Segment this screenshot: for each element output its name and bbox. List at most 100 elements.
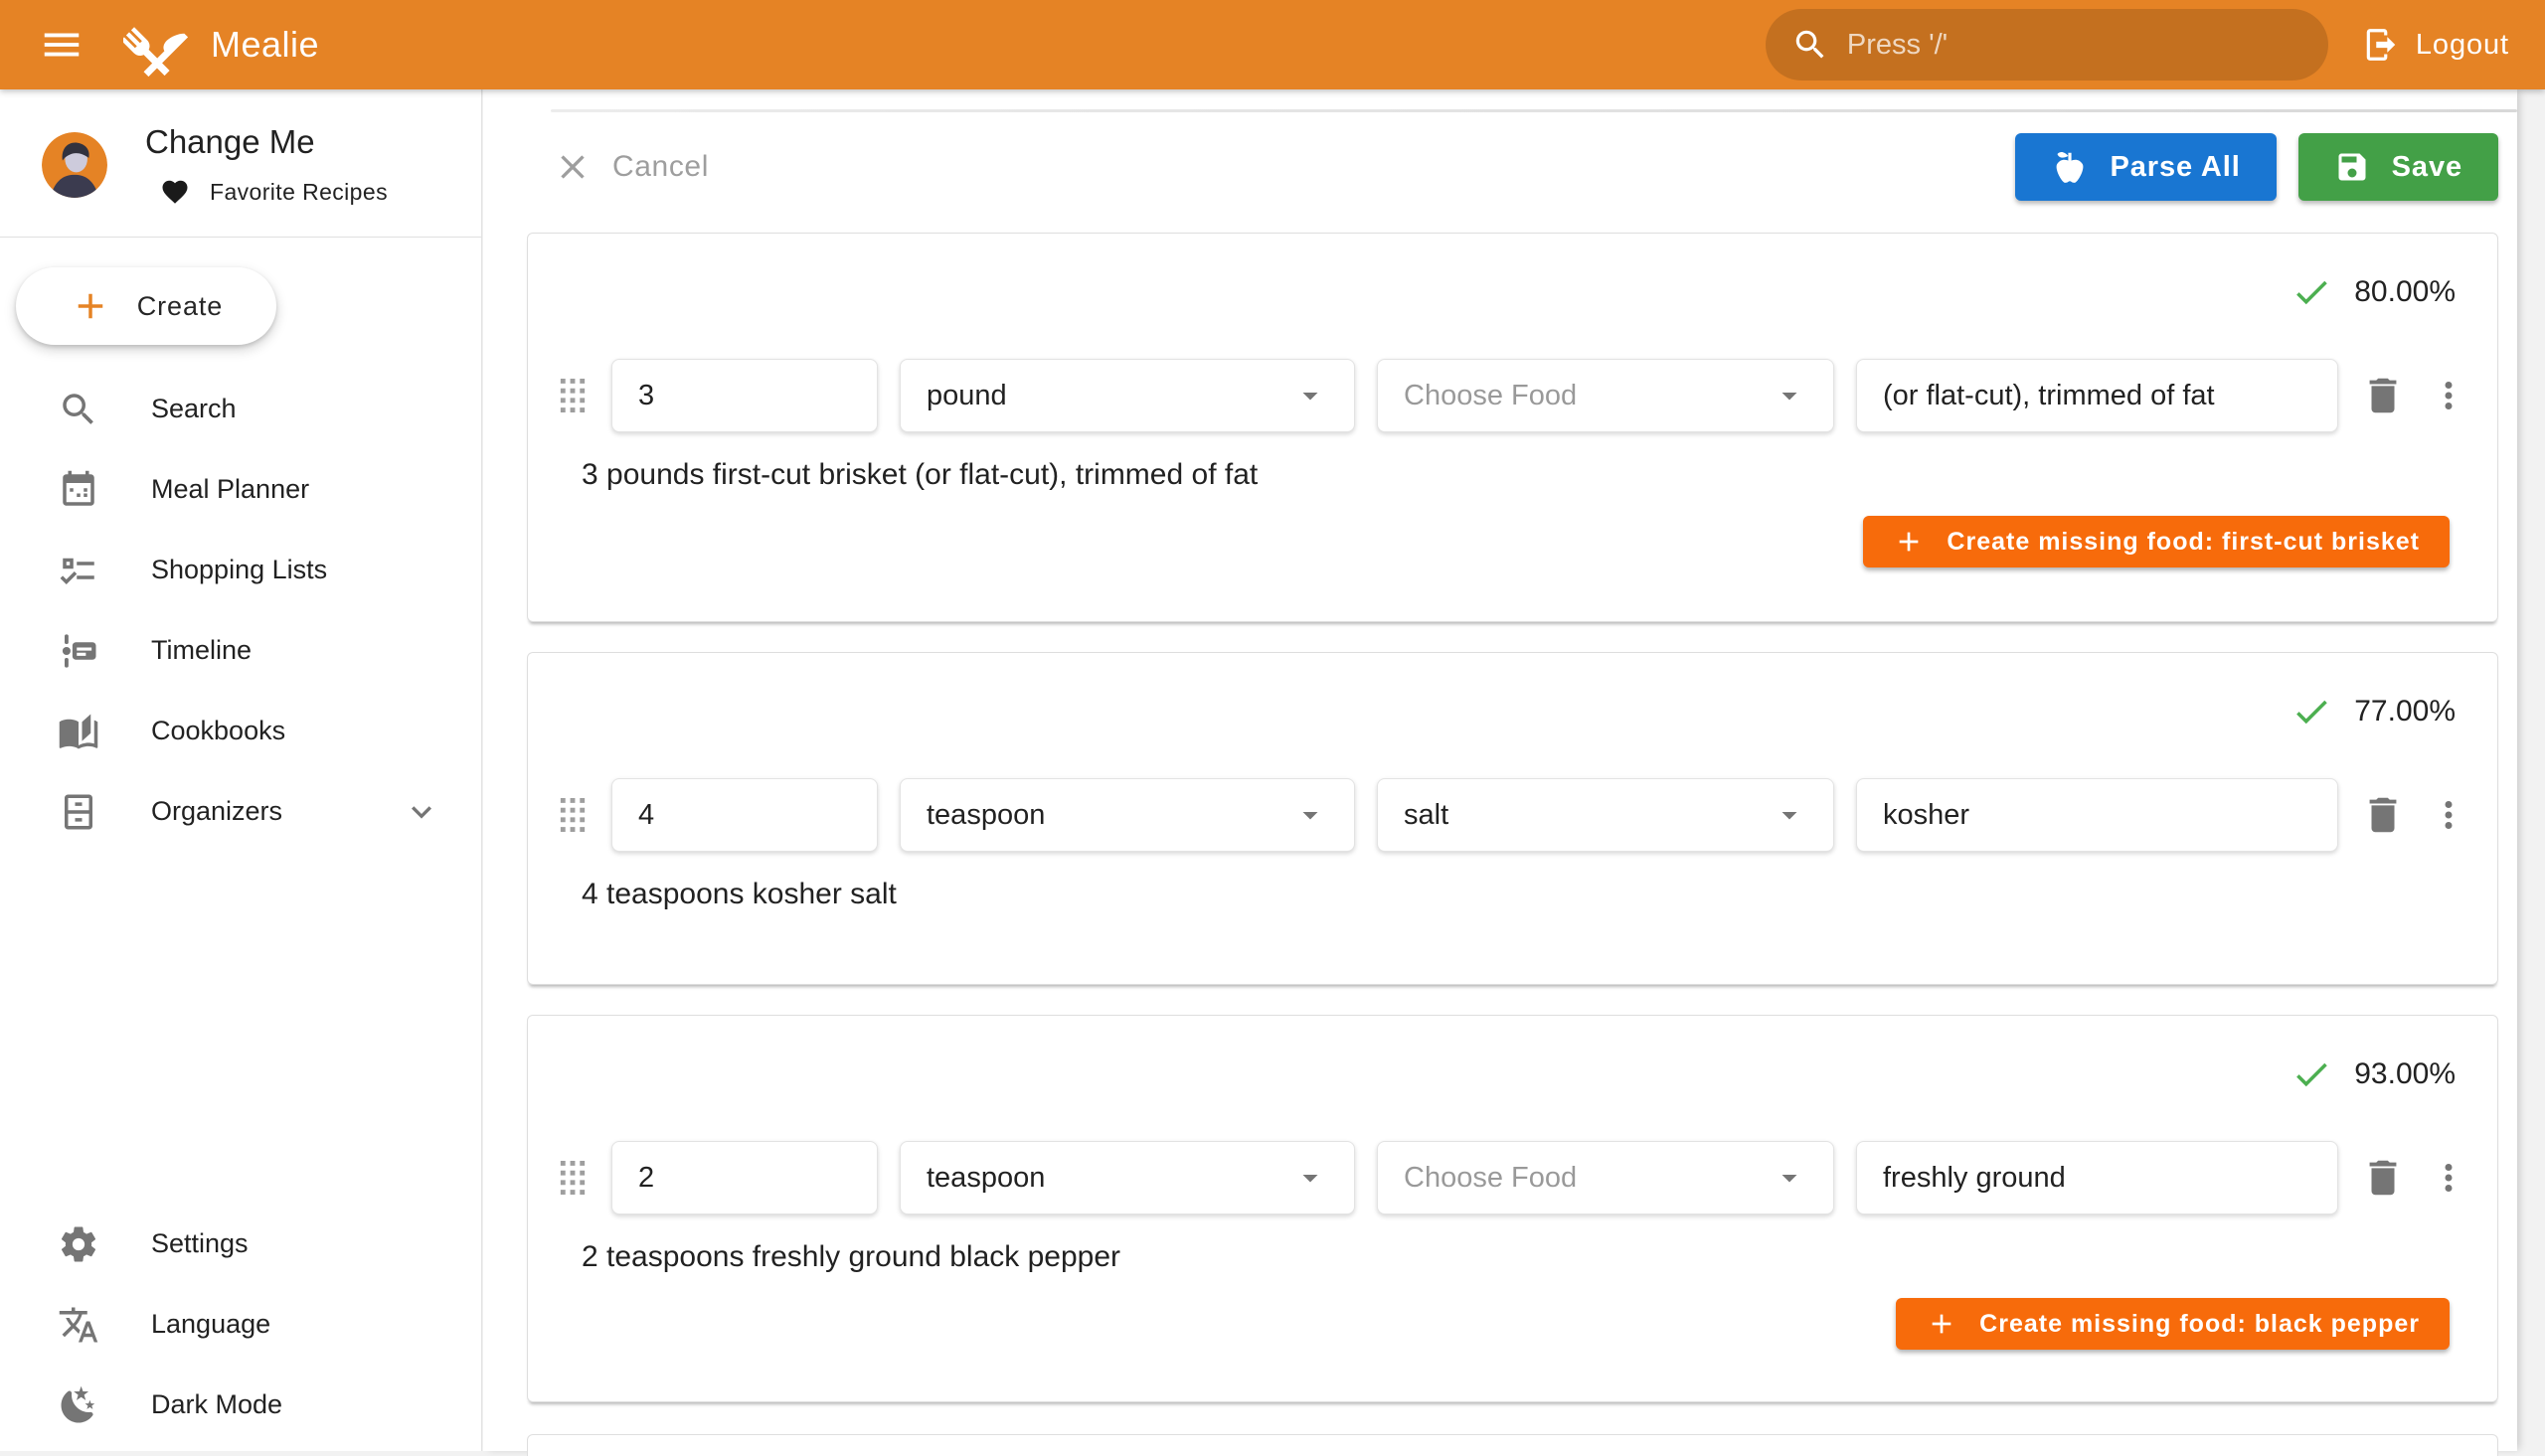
kebab-menu-icon <box>2428 794 2469 836</box>
food-value: salt <box>1404 799 1448 832</box>
sidebar-item-cookbooks[interactable]: Cookbooks <box>0 691 481 771</box>
quantity-value: 2 <box>638 1162 654 1195</box>
favorite-recipes-link[interactable]: Favorite Recipes <box>160 177 388 207</box>
chevron-down-icon <box>402 792 441 832</box>
create-missing-food-button[interactable]: Create missing food: black pepper <box>1896 1298 2450 1350</box>
kebab-menu-icon <box>2428 375 2469 416</box>
create-missing-food-button[interactable]: Create missing food: first-cut brisket <box>1863 516 2450 567</box>
sidebar-item-settings[interactable]: Settings <box>0 1204 481 1284</box>
sidebar-item-dark-mode[interactable]: Dark Mode <box>0 1365 481 1445</box>
parse-all-button[interactable]: Parse All <box>2015 133 2277 201</box>
check-icon <box>2290 691 2332 732</box>
note-input[interactable]: kosher <box>1856 778 2338 852</box>
confidence-row: 77.00% <box>556 691 2456 732</box>
food-select[interactable]: Choose Food <box>1377 1141 1834 1214</box>
create-button[interactable]: Create <box>16 267 276 345</box>
plus-icon <box>1893 526 1925 558</box>
hamburger-menu-icon[interactable] <box>34 17 89 73</box>
sidebar-item-label: Search <box>151 394 237 424</box>
sidebar-item-timeline[interactable]: Timeline <box>0 610 481 691</box>
quantity-value: 3 <box>638 380 654 412</box>
parse-all-label: Parse All <box>2111 151 2241 184</box>
avatar <box>42 132 107 198</box>
sidebar-item-meal-planner[interactable]: Meal Planner <box>0 449 481 530</box>
translate-icon <box>58 1304 99 1346</box>
save-icon <box>2334 149 2370 185</box>
sidebar-footer-nav: Settings Language Dark Mode <box>0 1204 481 1451</box>
unit-select[interactable]: teaspoon <box>900 778 1355 852</box>
search-placeholder: Press '/' <box>1847 29 1948 62</box>
open-book-icon <box>58 711 99 752</box>
menu-down-icon <box>1292 797 1328 833</box>
ingredient-menu-button[interactable] <box>2428 1157 2469 1199</box>
drag-handle-icon[interactable] <box>556 1155 590 1201</box>
quantity-input[interactable]: 4 <box>611 778 878 852</box>
plus-icon <box>70 285 111 327</box>
original-ingredient-text: 2 teaspoons freshly ground black pepper <box>582 1240 2469 1274</box>
sidebar-item-shopping-lists[interactable]: Shopping Lists <box>0 530 481 610</box>
ingredient-input-row: 3 pound Choose Food (or flat-cut), trimm… <box>556 359 2469 432</box>
drag-handle-icon[interactable] <box>556 792 590 838</box>
original-ingredient-text: 4 teaspoons kosher salt <box>582 878 2469 911</box>
confidence-value: 93.00% <box>2354 1057 2456 1091</box>
app-title: Mealie <box>211 24 319 66</box>
close-icon <box>553 147 593 187</box>
logout-label: Logout <box>2416 29 2509 62</box>
delete-ingredient-button[interactable] <box>2360 1155 2406 1201</box>
unit-select[interactable]: teaspoon <box>900 1141 1355 1214</box>
save-label: Save <box>2392 151 2462 184</box>
delete-ingredient-button[interactable] <box>2360 792 2406 838</box>
cancel-button[interactable]: Cancel <box>553 147 709 187</box>
sidebar-item-search[interactable]: Search <box>0 369 481 449</box>
heart-icon <box>160 177 190 207</box>
sidebar-item-label: Organizers <box>151 796 282 827</box>
sidebar-item-label: Shopping Lists <box>151 555 327 585</box>
scrolled-card-edge <box>551 109 2517 112</box>
ingredient-menu-button[interactable] <box>2428 794 2469 836</box>
menu-down-icon <box>1292 1160 1328 1196</box>
ingredient-parser-page: Cancel Parse All Save 80.00% 3 p <box>483 89 2517 1451</box>
menu-down-icon <box>1772 797 1807 833</box>
confidence-value: 77.00% <box>2354 695 2456 728</box>
sidebar-item-label: Timeline <box>151 635 252 666</box>
parser-toolbar: Cancel Parse All Save <box>553 133 2498 201</box>
check-icon <box>2290 271 2332 313</box>
ingredient-input-row: 4 teaspoon salt kosher <box>556 778 2469 852</box>
logout-button[interactable]: Logout <box>2362 26 2509 64</box>
quantity-input[interactable]: 2 <box>611 1141 878 1214</box>
drag-handle-icon[interactable] <box>556 373 590 418</box>
unit-select[interactable]: pound <box>900 359 1355 432</box>
calendar-icon <box>58 469 99 511</box>
food-select[interactable]: Choose Food <box>1377 359 1834 432</box>
user-profile-block[interactable]: Change Me Favorite Recipes <box>0 89 481 237</box>
note-input[interactable]: freshly ground <box>1856 1141 2338 1214</box>
unit-value: teaspoon <box>927 799 1045 832</box>
sidebar-item-label: Dark Mode <box>151 1389 282 1420</box>
ingredient-card: 77.00% 4 teaspoon salt kosher <box>527 652 2498 985</box>
note-input[interactable]: (or flat-cut), trimmed of fat <box>1856 359 2338 432</box>
ingredient-card: 93.00% 2 teaspoon Choose Food freshly gr… <box>527 1015 2498 1402</box>
magnify-icon <box>58 389 99 430</box>
note-value: (or flat-cut), trimmed of fat <box>1883 380 2215 412</box>
ingredient-card: 80.00% 3 pound Choose Food (or flat-cut)… <box>527 233 2498 622</box>
trash-icon <box>2360 792 2406 838</box>
sidebar-item-label: Cookbooks <box>151 716 285 746</box>
apple-icon <box>2051 148 2089 186</box>
search-input[interactable]: Press '/' <box>1766 9 2328 81</box>
food-select[interactable]: salt <box>1377 778 1834 852</box>
sidebar: Change Me Favorite Recipes Create Search… <box>0 89 482 1451</box>
delete-ingredient-button[interactable] <box>2360 373 2406 418</box>
plus-icon <box>1926 1308 1957 1340</box>
sidebar-item-label: Meal Planner <box>151 474 309 505</box>
quantity-input[interactable]: 3 <box>611 359 878 432</box>
save-button[interactable]: Save <box>2298 133 2498 201</box>
ingredient-input-row: 2 teaspoon Choose Food freshly ground <box>556 1141 2469 1214</box>
menu-down-icon <box>1772 1160 1807 1196</box>
sidebar-item-language[interactable]: Language <box>0 1284 481 1365</box>
confidence-row: 93.00% <box>556 1053 2456 1095</box>
user-name: Change Me <box>145 123 388 161</box>
moon-stars-icon <box>58 1384 99 1426</box>
sidebar-item-organizers[interactable]: Organizers <box>0 771 481 852</box>
ingredient-menu-button[interactable] <box>2428 375 2469 416</box>
menu-down-icon <box>1292 378 1328 413</box>
